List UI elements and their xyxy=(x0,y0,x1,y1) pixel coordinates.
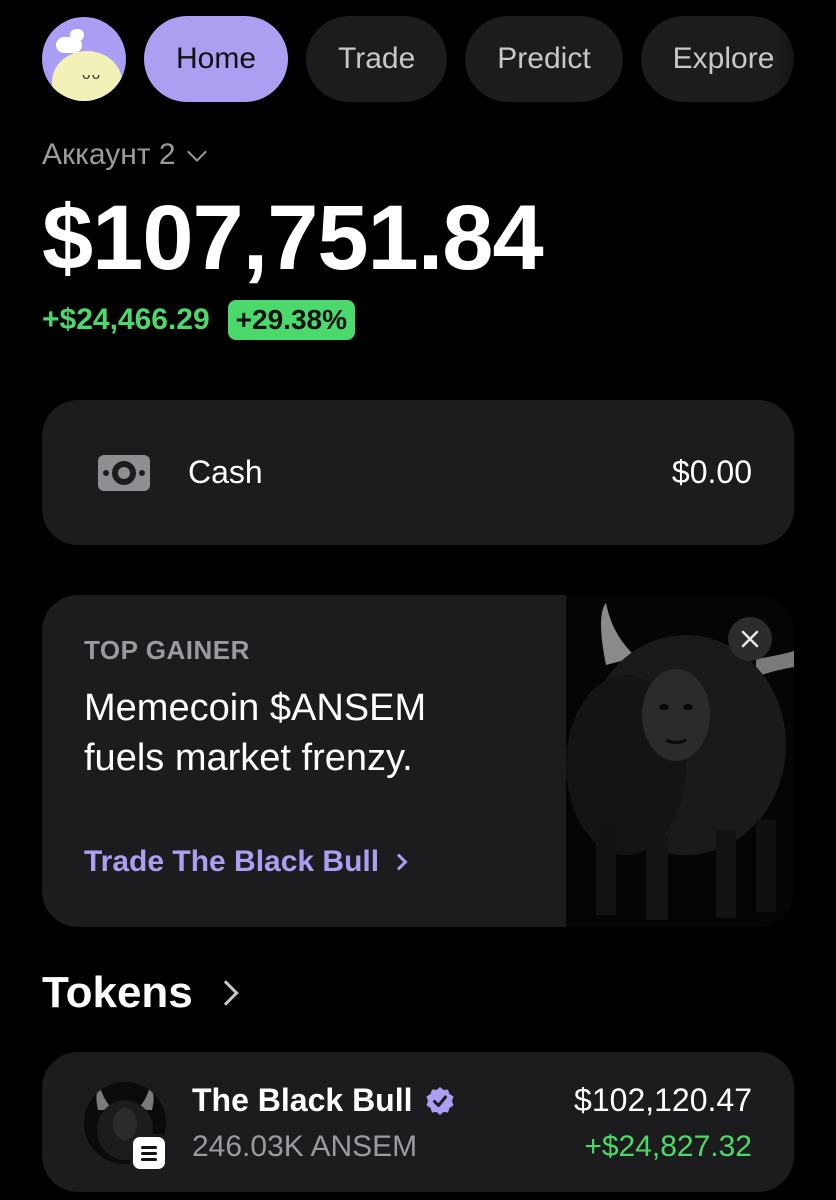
close-promo-button[interactable] xyxy=(728,617,772,661)
chevron-right-icon xyxy=(213,980,239,1006)
chevron-right-icon xyxy=(390,853,408,871)
tokens-header[interactable]: Tokens xyxy=(42,968,239,1018)
tab-explore[interactable]: Explore xyxy=(640,16,795,102)
chevron-down-icon xyxy=(186,142,207,162)
top-gainer-card[interactable]: TOP GAINER Memecoin $ANSEM fuels market … xyxy=(42,595,794,927)
cash-card[interactable]: Cash $0.00 xyxy=(42,400,794,545)
tab-home[interactable]: Home xyxy=(144,16,289,102)
avatar-eyes: ᴗᴗ xyxy=(82,67,102,83)
balance-change: +$24,466.29 +29.38% xyxy=(42,300,355,340)
token-name-label: The Black Bull xyxy=(192,1082,413,1118)
close-icon xyxy=(741,630,759,648)
change-absolute: +$24,466.29 xyxy=(42,303,210,336)
trade-black-bull-link[interactable]: Trade The Black Bull xyxy=(84,845,408,879)
token-name: The Black Bull xyxy=(192,1082,455,1119)
tab-predict[interactable]: Predict xyxy=(465,16,623,102)
nav-fade xyxy=(776,16,836,102)
token-amount: 246.03K ANSEM xyxy=(192,1130,418,1163)
token-pnl: +$24,827.32 xyxy=(584,1130,752,1163)
tokens-heading: Tokens xyxy=(42,968,193,1017)
account-selector[interactable]: Аккаунт 2 xyxy=(42,138,207,172)
cash-icon xyxy=(98,454,150,491)
solana-chain-icon xyxy=(130,1134,168,1172)
tab-trade[interactable]: Trade xyxy=(306,16,448,102)
change-percent-badge: +29.38% xyxy=(227,300,355,340)
token-value: $102,120.47 xyxy=(574,1082,752,1118)
cash-value: $0.00 xyxy=(671,454,752,490)
account-name: Аккаунт 2 xyxy=(42,138,176,171)
token-row[interactable]: The Black Bull 246.03K ANSEM $102,120.47… xyxy=(42,1052,794,1192)
top-nav: ᴗᴗ Home Trade Predict Explore xyxy=(42,16,836,102)
avatar-cloud-small xyxy=(70,29,84,41)
promo-title: Memecoin $ANSEM fuels market frenzy. xyxy=(84,687,427,779)
promo-eyebrow: TOP GAINER xyxy=(84,635,250,665)
black-bull-image xyxy=(566,595,794,927)
cash-label: Cash xyxy=(188,454,263,490)
promo-link-label: Trade The Black Bull xyxy=(84,845,380,878)
profile-avatar[interactable]: ᴗᴗ xyxy=(42,17,126,101)
total-balance: $107,751.84 xyxy=(42,187,544,289)
verified-badge-icon xyxy=(426,1086,453,1115)
